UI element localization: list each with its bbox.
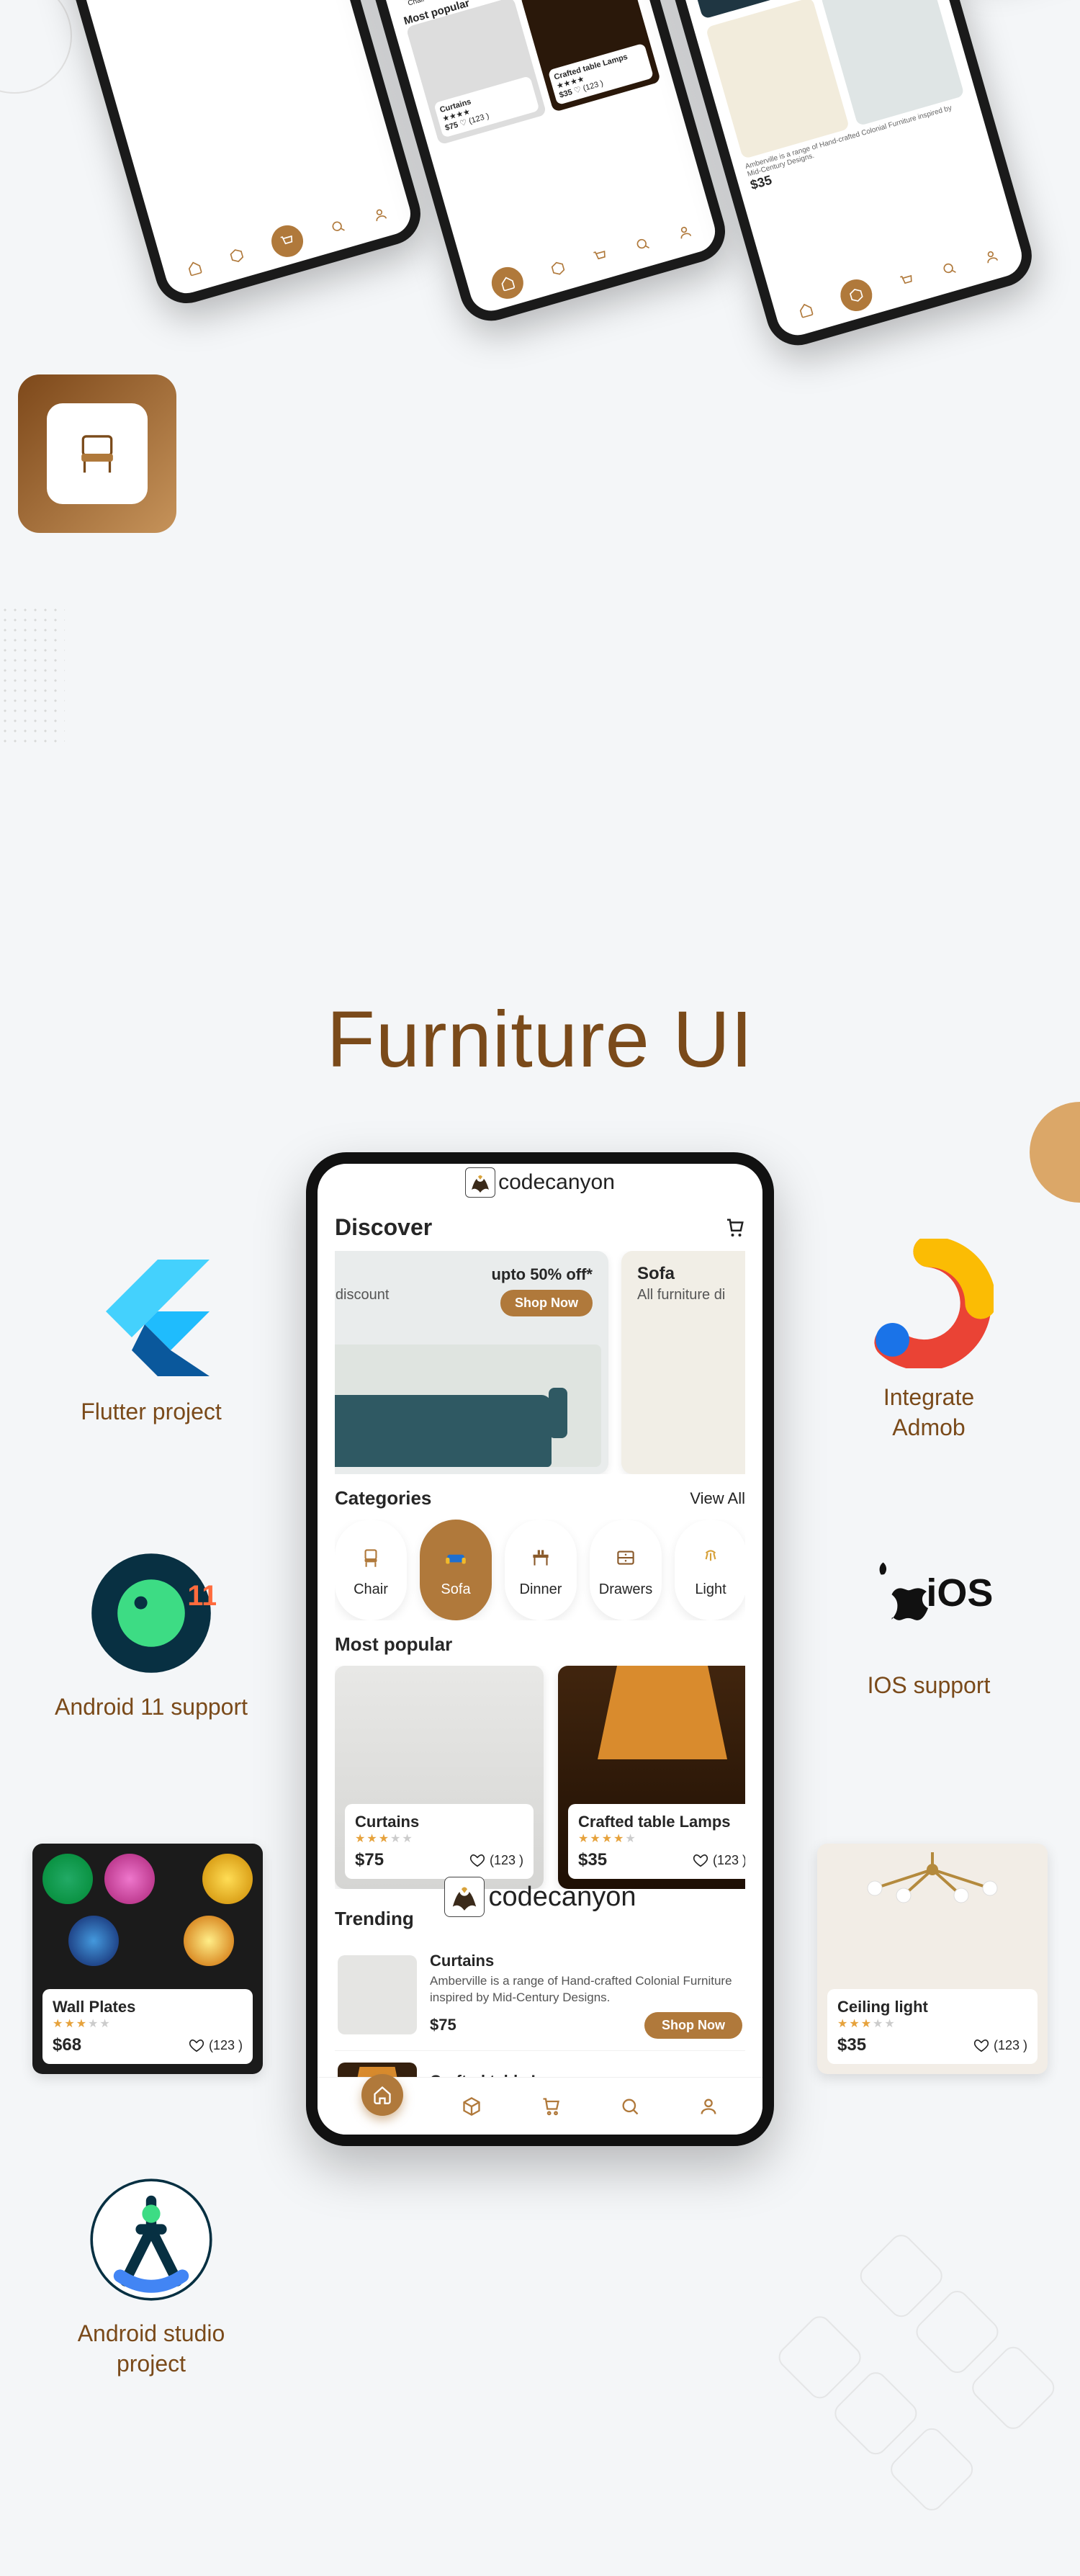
android-studio-icon bbox=[86, 2175, 216, 2305]
svg-text:11: 11 bbox=[187, 1580, 216, 1612]
bottom-nav bbox=[318, 2077, 762, 2135]
home-icon bbox=[372, 2085, 392, 2105]
product-card-wall-plates[interactable]: Wall Plates ★★★★★ $68 (123 ) bbox=[32, 1844, 263, 2074]
ios-icon: iOS bbox=[864, 1527, 994, 1656]
feature-android-studio: Android studioproject bbox=[36, 2175, 266, 2379]
feature-android11: 11 Android 11 support bbox=[36, 1548, 266, 1723]
trending-item[interactable]: Crafted table Lamps Amberville is a rang… bbox=[335, 2050, 745, 2077]
category-dinner[interactable]: Dinner bbox=[505, 1520, 577, 1620]
most-popular-list[interactable]: Curtains ★★★★★ $75 (123 ) Crafted table … bbox=[335, 1666, 745, 1889]
heart-icon bbox=[693, 1852, 708, 1868]
categories-header: Categories bbox=[335, 1487, 431, 1509]
star-rating: ★★★★★ bbox=[355, 1831, 523, 1846]
flutter-icon bbox=[86, 1253, 216, 1383]
user-icon[interactable] bbox=[698, 2096, 719, 2117]
star-rating: ★★★★★ bbox=[837, 2016, 1027, 2031]
likes[interactable]: (123 ) bbox=[469, 1852, 523, 1868]
box-fab[interactable] bbox=[837, 276, 876, 315]
user-icon[interactable] bbox=[982, 248, 1000, 266]
category-sofa[interactable]: Sofa bbox=[420, 1520, 492, 1620]
feature-label: Android 11 support bbox=[55, 1692, 248, 1723]
feature-admob: IntegrateAdmob bbox=[814, 1239, 1044, 1442]
box-icon[interactable] bbox=[549, 259, 567, 277]
user-icon[interactable] bbox=[371, 206, 389, 224]
collage-hero: Curtains - 1 + $35 Sub Total Shipping Fe… bbox=[18, 0, 1080, 596]
box-icon[interactable] bbox=[228, 247, 246, 265]
brand-wordmark: codecanyon bbox=[498, 1170, 615, 1195]
deco-half-circle bbox=[1030, 1102, 1080, 1203]
deco-circle bbox=[0, 0, 72, 94]
collage-phone-discover: Discover Sofa All furniture discount upt… bbox=[319, 0, 733, 328]
main-phone-mock: codecanyon Discover fa furniture discoun… bbox=[306, 1152, 774, 2146]
nav-home-fab[interactable] bbox=[361, 2074, 403, 2116]
chair-icon bbox=[72, 428, 122, 479]
drawers-icon bbox=[611, 1543, 641, 1573]
trending-item[interactable]: Curtains Amberville is a range of Hand-c… bbox=[335, 1940, 745, 2050]
deco-diamonds bbox=[749, 2230, 1080, 2576]
likes[interactable]: (123 ) bbox=[189, 2037, 243, 2053]
product-card-ceiling-light[interactable]: Ceiling light ★★★★★ $35 (123 ) bbox=[817, 1844, 1048, 2074]
product-thumb bbox=[338, 1955, 417, 2034]
android11-icon: 11 bbox=[86, 1548, 216, 1678]
cart-fab[interactable] bbox=[268, 222, 307, 261]
home-icon[interactable] bbox=[797, 301, 815, 319]
app-icon-tile bbox=[18, 374, 176, 533]
sofa-image bbox=[335, 1345, 601, 1467]
deco-dots bbox=[0, 605, 65, 749]
collage-phone-categories: Categories All Chair Sofa Dinner Drawers… bbox=[626, 0, 1040, 353]
light-icon bbox=[696, 1543, 726, 1573]
svg-text:iOS: iOS bbox=[926, 1571, 993, 1615]
admob-icon bbox=[864, 1239, 994, 1368]
likes[interactable]: (123 ) bbox=[973, 2037, 1027, 2053]
cart-icon[interactable] bbox=[591, 248, 609, 266]
search-icon[interactable] bbox=[634, 235, 652, 253]
ceiling-light-image bbox=[860, 1852, 1004, 1903]
category-drawers[interactable]: Drawers bbox=[590, 1520, 662, 1620]
categories-row[interactable]: Chair Sofa Dinner Drawers Light bbox=[335, 1520, 745, 1620]
home-fab[interactable] bbox=[488, 264, 527, 302]
star-rating: ★★★★★ bbox=[53, 2016, 243, 2031]
search-icon[interactable] bbox=[620, 2096, 640, 2117]
brand-bar: codecanyon bbox=[318, 1164, 762, 1201]
trending-header: Trending bbox=[335, 1908, 414, 1930]
promo-carousel[interactable]: fa furniture discount upto 50% off* Shop… bbox=[335, 1251, 745, 1474]
feature-ios: iOS IOS support bbox=[814, 1527, 1044, 1701]
eagle-icon bbox=[465, 1167, 495, 1198]
page-title: Furniture UI bbox=[0, 994, 1080, 1085]
star-rating: ★★★★★ bbox=[578, 1831, 745, 1846]
category-chair[interactable]: Chair bbox=[335, 1520, 407, 1620]
feature-flutter: Flutter project bbox=[36, 1253, 266, 1427]
promo-card[interactable]: fa furniture discount upto 50% off* Shop… bbox=[335, 1251, 608, 1474]
shop-now-button[interactable]: Shop Now bbox=[500, 1290, 593, 1316]
dinner-icon bbox=[526, 1543, 556, 1573]
most-popular-header: Most popular bbox=[335, 1633, 452, 1656]
product-card[interactable]: Crafted table Lamps ★★★★★ $35 (123 ) bbox=[558, 1666, 745, 1889]
heart-icon bbox=[973, 2037, 989, 2053]
box-icon[interactable] bbox=[462, 2096, 482, 2117]
cart-icon[interactable] bbox=[724, 1217, 745, 1239]
cart-icon[interactable] bbox=[541, 2096, 561, 2117]
category-light[interactable]: Light bbox=[675, 1520, 745, 1620]
product-card[interactable]: Curtains ★★★★★ $75 (123 ) bbox=[335, 1666, 544, 1889]
shop-now-button[interactable]: Shop Now bbox=[644, 2012, 742, 2039]
likes[interactable]: (123 ) bbox=[693, 1852, 745, 1868]
user-icon[interactable] bbox=[675, 223, 693, 241]
search-icon[interactable] bbox=[329, 217, 347, 235]
home-icon[interactable] bbox=[186, 259, 204, 277]
search-icon[interactable] bbox=[940, 260, 958, 278]
chair-icon bbox=[356, 1543, 386, 1573]
discover-header: Discover bbox=[335, 1214, 432, 1241]
heart-icon bbox=[469, 1852, 485, 1868]
collage-phone-cart: Curtains - 1 + $35 Sub Total Shipping Fe… bbox=[14, 0, 428, 310]
promo-card[interactable]: Sofa All furniture di bbox=[621, 1251, 745, 1474]
sofa-icon bbox=[441, 1543, 471, 1573]
cart-icon[interactable] bbox=[898, 271, 916, 290]
view-all-link[interactable]: View All bbox=[690, 1489, 745, 1508]
heart-icon bbox=[189, 2037, 204, 2053]
